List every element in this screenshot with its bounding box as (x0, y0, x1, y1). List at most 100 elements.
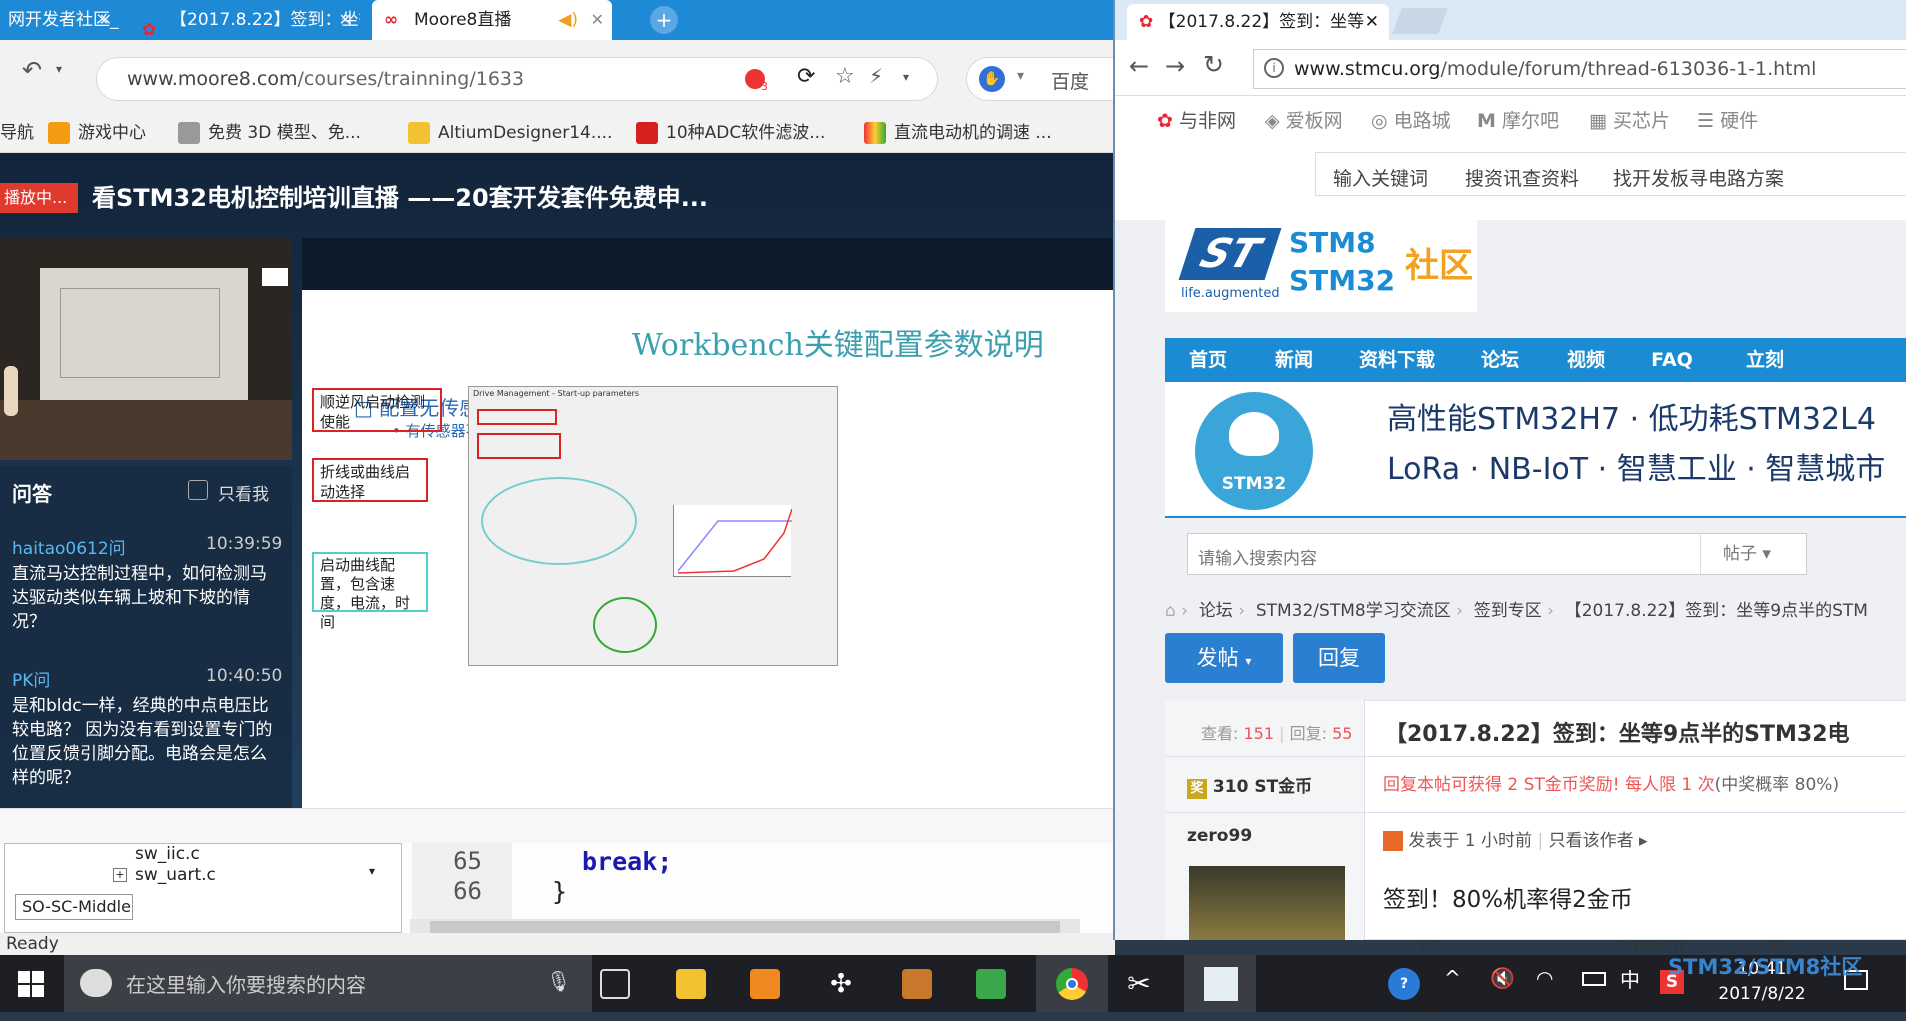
new-tab-icon[interactable] (1392, 8, 1448, 34)
nav-home[interactable]: 首页 (1165, 338, 1251, 382)
site-dianlucheng[interactable]: ◎ 电路城 (1371, 106, 1451, 133)
breadcrumb-item[interactable]: 【2017.8.22】签到：坐等9点半的STM (1565, 601, 1868, 621)
search-scope-select[interactable]: 帖子 ▾ (1700, 534, 1806, 574)
only-author-link[interactable]: 只看该作者 (1549, 831, 1634, 851)
keil-task[interactable] (1184, 955, 1256, 1012)
bookmark-dc-motor[interactable]: 直流电动机的调速 ... (864, 113, 1052, 153)
undo-icon[interactable]: ↶ (22, 56, 42, 84)
star-icon[interactable]: ☆ (835, 64, 855, 89)
logo-stm8: STM8 (1289, 226, 1376, 259)
line-number: 66 (453, 877, 482, 905)
stm-community-logo[interactable]: ST life.augmented STM8 STM32 社区 (1165, 220, 1477, 312)
wifi-icon[interactable]: ◠ (1536, 966, 1553, 990)
bookmark-games[interactable]: 游戏中心 (48, 113, 146, 153)
post-time: 发表于 1 小时前 (1408, 831, 1533, 851)
breadcrumb-item[interactable]: 签到专区 (1474, 601, 1542, 621)
promo-banner[interactable]: STM32 高性能STM32H7 · 低功耗STM32L4 LoRa · NB-… (1165, 382, 1906, 518)
bookmark-nav[interactable]: 导航 (0, 113, 34, 153)
only-mine-checkbox[interactable] (188, 480, 208, 500)
tree-item[interactable]: sw_uart.c (135, 865, 216, 885)
chevron-down-icon[interactable]: ▾ (369, 864, 375, 878)
search-engine-box[interactable]: ✋ ▾ 百度 (966, 57, 1115, 101)
tools-icon[interactable]: ✂ (1124, 969, 1154, 999)
refresh-icon[interactable]: ⟳ (797, 64, 815, 89)
windows-start-icon[interactable] (18, 971, 44, 997)
bookmark-adc-filter[interactable]: 10种ADC软件滤波... (636, 113, 825, 153)
code-line[interactable]: } (552, 877, 567, 906)
url-input[interactable]: www.moore8.com/courses/trainning/1633 3 … (96, 57, 938, 101)
close-icon[interactable]: ✕ (339, 0, 352, 40)
author-name[interactable]: zero99 (1187, 826, 1252, 846)
expand-icon[interactable]: + (113, 868, 127, 882)
tab-stmcu-thread[interactable]: ✿ 【2017.8.22】签到：坐等 ✕ (1127, 4, 1389, 40)
nav-news[interactable]: 新闻 (1251, 338, 1337, 382)
adblock-badge: 3 (761, 80, 768, 93)
site-moore8[interactable]: M 摩尔吧 (1477, 106, 1559, 133)
chevron-down-icon[interactable]: ▾ (903, 70, 909, 84)
task-view-icon[interactable] (600, 969, 630, 999)
nav-forum[interactable]: 论坛 (1457, 338, 1543, 382)
battery-icon[interactable] (1582, 972, 1606, 986)
volume-icon[interactable]: 🔇 (1490, 966, 1515, 990)
nav-video[interactable]: 视频 (1543, 338, 1629, 382)
help-icon[interactable]: ? (1388, 968, 1420, 1000)
link-search-info[interactable]: 搜资讯查资料 (1465, 164, 1579, 191)
taskbar-search[interactable]: 在这里输入你要搜索的内容 🎙 (64, 955, 592, 1012)
page-bottom-bar (0, 808, 1115, 843)
close-icon[interactable]: ✕ (1365, 4, 1379, 40)
presentation-slide: Workbench关键配置参数说明 □ 配置无传感器开环启动参数 • 有传感器不… (302, 290, 1115, 808)
avatar[interactable] (1189, 866, 1345, 940)
info-icon[interactable]: i (1264, 58, 1284, 78)
breadcrumb-item[interactable]: STM32/STM8学习交流区 (1256, 601, 1451, 621)
url-input[interactable]: i www.stmcu.org/module/forum/thread-6130… (1253, 49, 1906, 89)
tree-item[interactable]: sw_iic.c (135, 844, 200, 864)
tab-moore8-live[interactable]: ∞ Moore8直播 ◀) ✕ (372, 0, 612, 40)
sublime-icon[interactable] (902, 969, 932, 999)
lightning-icon[interactable]: ⚡ (869, 64, 883, 88)
chevron-down-icon[interactable]: ▾ (1017, 68, 1024, 84)
code-line[interactable]: break; (582, 847, 672, 876)
site-eefocus[interactable]: ✿ 与非网 (1157, 106, 1236, 133)
line-number: 65 (453, 847, 482, 875)
link-keyword[interactable]: 输入关键词 (1333, 164, 1428, 191)
banner-line1: 高性能STM32H7 · 低功耗STM32L4 (1387, 402, 1876, 437)
close-icon[interactable]: ✕ (99, 0, 112, 40)
link-find-devboard[interactable]: 找开发板寻电路方案 (1613, 164, 1784, 191)
speaker-icon[interactable]: ◀) (558, 0, 578, 40)
bookmark-3d-models[interactable]: 免费 3D 模型、免... (178, 113, 361, 153)
bookmark-label: 免费 3D 模型、免... (208, 123, 361, 143)
tab-stmcu-signin[interactable]: ✿ 【2017.8.22】签到：坐等 ✕ (130, 0, 360, 40)
forum-search-input[interactable]: 请输入搜索内容 帖子 ▾ (1187, 533, 1807, 575)
video-player[interactable] (0, 238, 292, 460)
bookmark-label: 直流电动机的调速 ... (894, 123, 1052, 143)
config-tab[interactable]: SO-SC-Middle (15, 894, 133, 920)
file-explorer-icon[interactable] (676, 969, 706, 999)
site-buy-chip[interactable]: ▦ 买芯片 (1589, 106, 1670, 133)
close-icon[interactable]: ✕ (591, 0, 604, 40)
chevron-down-icon[interactable]: ▾ (56, 62, 62, 76)
nav-faq[interactable]: FAQ (1629, 338, 1715, 382)
forward-icon[interactable]: → (1165, 52, 1185, 80)
new-post-button[interactable]: 发帖 ▾ (1165, 633, 1283, 683)
reply-button[interactable]: 回复 (1293, 633, 1385, 683)
home-icon[interactable]: ⌂ (1165, 601, 1176, 621)
nav-downloads[interactable]: 资料下载 (1337, 338, 1457, 382)
site-hardware[interactable]: ☰ 硬件 (1697, 106, 1758, 133)
uc-browser-icon[interactable] (750, 969, 780, 999)
chrome-task[interactable] (1036, 955, 1108, 1012)
evernote-icon[interactable] (976, 969, 1006, 999)
new-tab-icon[interactable]: + (650, 6, 678, 34)
bookmark-altium[interactable]: AltiumDesigner14.... (408, 113, 612, 153)
breadcrumb-item[interactable]: 论坛 (1199, 601, 1233, 621)
back-icon[interactable]: ← (1129, 52, 1149, 80)
nav-more[interactable]: 立刻 (1715, 338, 1815, 382)
ime-indicator[interactable]: 中 (1620, 964, 1640, 993)
tab-developer-community[interactable]: 网开发者社区_ ✕ (0, 0, 120, 40)
clock-date: 2017/8/22 (1718, 984, 1806, 1004)
site-label: 摩尔吧 (1501, 110, 1559, 132)
app-dots-icon[interactable]: ✣ (826, 969, 856, 999)
reload-icon[interactable]: ↻ (1203, 50, 1224, 79)
site-aibanwang[interactable]: ◈ 爱板网 (1265, 106, 1343, 133)
microphone-icon[interactable]: 🎙 (546, 969, 571, 993)
chevron-up-icon[interactable]: ^ (1444, 966, 1461, 990)
